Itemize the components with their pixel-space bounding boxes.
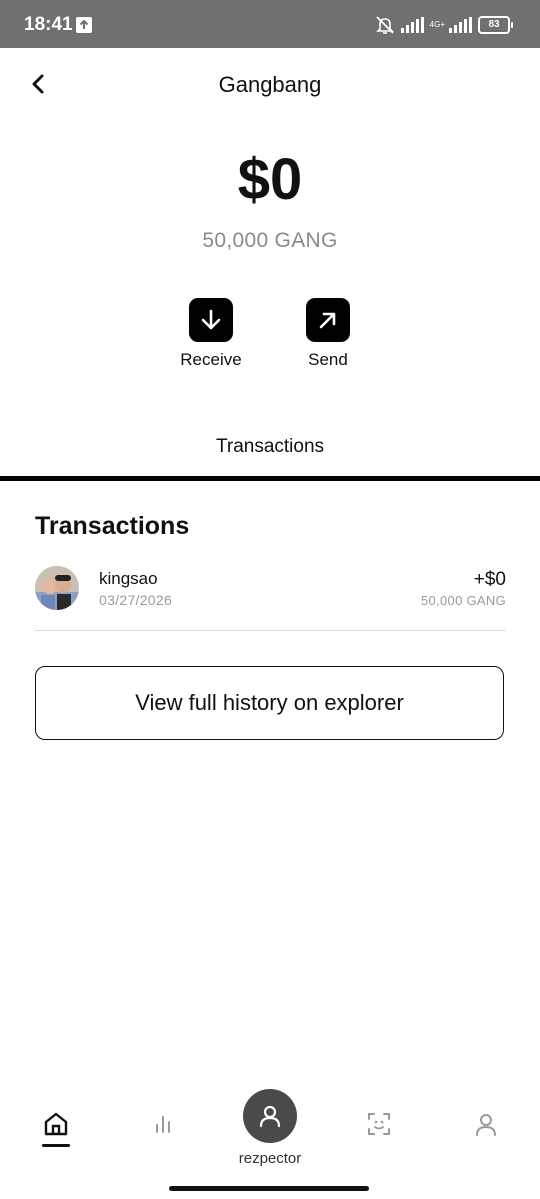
receive-label: Receive bbox=[180, 350, 242, 369]
token-balance: 50,000 GANG bbox=[202, 229, 338, 252]
transactions-heading: Transactions bbox=[35, 512, 190, 540]
avatar bbox=[35, 566, 79, 610]
nav-home[interactable] bbox=[36, 1104, 76, 1144]
nav-scan[interactable] bbox=[359, 1104, 399, 1144]
transaction-amount: +$0 bbox=[473, 569, 506, 590]
tab-transactions[interactable]: Transactions bbox=[0, 436, 540, 458]
profile-icon bbox=[259, 1105, 281, 1128]
transaction-date: 03/27/2026 bbox=[99, 592, 173, 608]
tab-underline bbox=[0, 476, 540, 481]
nav-chart[interactable] bbox=[143, 1104, 183, 1144]
bell-off-icon bbox=[375, 15, 395, 35]
battery-icon: 83 bbox=[478, 16, 513, 34]
page-title: Gangbang bbox=[218, 72, 322, 97]
receive-button[interactable]: Receive bbox=[166, 298, 256, 370]
nav-profile[interactable] bbox=[243, 1089, 297, 1143]
home-indicator bbox=[169, 1186, 369, 1191]
send-label: Send bbox=[308, 350, 348, 369]
status-time: 18:41 bbox=[24, 14, 73, 35]
status-icons: 4G+ 83 bbox=[375, 14, 513, 36]
transaction-row[interactable]: kingsao 03/27/2026 +$0 50,000 GANG bbox=[35, 560, 506, 631]
status-bar: 18:41 4G+ 83 bbox=[0, 0, 540, 48]
arrow-up-right-icon bbox=[306, 298, 350, 342]
signal-icon bbox=[400, 17, 424, 33]
arrow-down-icon bbox=[189, 298, 233, 342]
scan-icon bbox=[368, 1113, 390, 1135]
nav-profile-label: rezpector bbox=[238, 1150, 302, 1167]
nav-user[interactable] bbox=[466, 1104, 506, 1144]
transaction-name: kingsao bbox=[99, 569, 158, 588]
send-button[interactable]: Send bbox=[283, 298, 373, 370]
transaction-token-amount: 50,000 GANG bbox=[421, 593, 506, 608]
network-type: 4G+ bbox=[429, 20, 445, 29]
view-explorer-button[interactable]: View full history on explorer bbox=[35, 666, 504, 740]
upload-icon bbox=[76, 17, 92, 33]
nav-active-indicator bbox=[42, 1144, 70, 1147]
fiat-balance: $0 bbox=[237, 147, 303, 212]
chart-icon bbox=[156, 1116, 170, 1133]
user-icon bbox=[476, 1114, 496, 1136]
signal-icon-2 bbox=[449, 17, 472, 33]
home-icon bbox=[44, 1112, 68, 1136]
